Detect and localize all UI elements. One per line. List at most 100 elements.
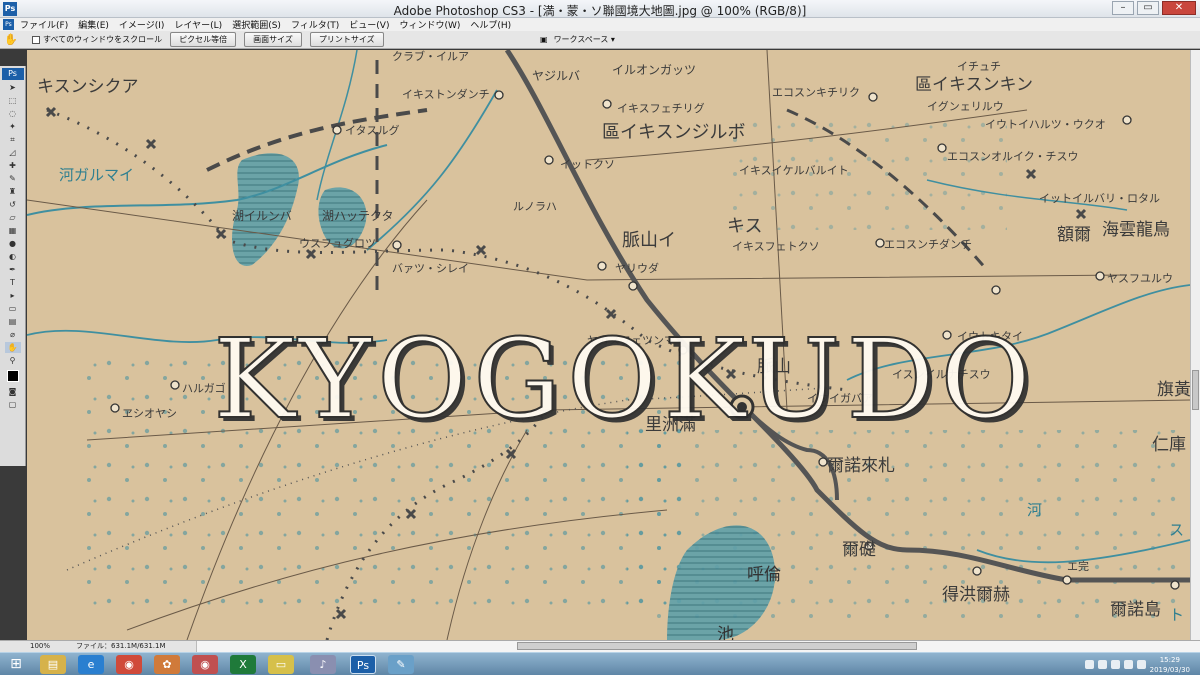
checkbox-box[interactable]: [32, 35, 40, 44]
eraser-tool-icon[interactable]: ▱: [5, 212, 21, 223]
gradient-tool-icon[interactable]: ▦: [5, 225, 21, 236]
hand-tool-icon[interactable]: ✋: [0, 33, 22, 46]
actual-pixels-button[interactable]: ピクセル等倍: [170, 32, 237, 47]
clock[interactable]: 15:29 2019/03/30: [1150, 655, 1190, 675]
system-tray: 15:29 2019/03/30: [1084, 654, 1190, 675]
folder-icon[interactable]: ▭: [268, 655, 294, 674]
map-label: イグンェリルウ: [927, 99, 1004, 113]
tray-icon[interactable]: [1084, 660, 1094, 669]
zoom-tool-icon[interactable]: ⚲: [5, 355, 21, 366]
map-label: イチュチ: [957, 60, 1001, 73]
map-label: クラブ・イルア: [392, 50, 469, 63]
map-label: ト: [1169, 606, 1184, 624]
map-label: 湖ハッテクタ: [322, 208, 394, 223]
eyedropper-tool-icon[interactable]: ⌀: [5, 329, 21, 340]
blur-tool-icon[interactable]: ●: [5, 238, 21, 249]
foreground-color-swatch[interactable]: [6, 370, 19, 382]
volume-icon[interactable]: [1136, 660, 1146, 669]
paint-icon[interactable]: ✎: [388, 655, 414, 674]
tray-icon[interactable]: [1097, 660, 1107, 669]
chrome-icon-2[interactable]: ◉: [192, 655, 218, 674]
shape-tool-icon[interactable]: ▭: [5, 303, 21, 314]
map-label: 池: [717, 625, 734, 640]
ie-icon[interactable]: e: [78, 655, 104, 674]
tool-options-bar: ✋ すべてのウィンドウをスクロール ピクセル等倍 画面サイズ プリントサイズ ▣…: [0, 31, 1200, 49]
path-select-icon[interactable]: ▸: [5, 290, 21, 301]
map-label: 得洪爾赫: [942, 585, 1010, 605]
menu-file[interactable]: ファイル(F): [20, 18, 68, 31]
history-brush-icon[interactable]: ↺: [5, 199, 21, 210]
file-size-info[interactable]: ファイル：631.1M/631.1M: [56, 641, 196, 652]
magic-wand-tool-icon[interactable]: ✦: [5, 121, 21, 132]
menu-image[interactable]: イメージ(I): [119, 18, 165, 31]
menu-edit[interactable]: 編集(E): [78, 18, 109, 31]
map-label: 區イキスンジルボ: [602, 122, 745, 143]
window-titlebar: Ps Adobe Photoshop CS3 - [満・蒙・ソ聯國境大地圖.jp…: [0, 0, 1200, 18]
type-tool-icon[interactable]: T: [5, 277, 21, 288]
dodge-tool-icon[interactable]: ◐: [5, 251, 21, 262]
marquee-tool-icon[interactable]: ⬚: [5, 95, 21, 106]
quick-mask-icon[interactable]: ◙: [5, 386, 21, 397]
map-label: 額爾: [1057, 225, 1091, 245]
map-label: イキスイケルバルイト: [739, 164, 849, 177]
map-label: キスンシクア: [37, 77, 139, 97]
slice-tool-icon[interactable]: ◿: [5, 147, 21, 158]
workspace-area: ▣ ワークスペース ▾: [540, 34, 615, 45]
hand-tool-icon[interactable]: ✋: [4, 342, 21, 353]
move-tool-icon[interactable]: ➤: [5, 82, 21, 93]
map-label: 河: [1027, 501, 1042, 519]
scroll-all-windows-checkbox[interactable]: すべてのウィンドウをスクロール: [32, 34, 162, 45]
photos-icon[interactable]: ✿: [154, 655, 180, 674]
zoom-level[interactable]: 100%: [0, 641, 56, 652]
scroll-all-windows-label: すべてのウィンドウをスクロール: [43, 35, 163, 44]
map-label: イルオンガッツ: [612, 63, 696, 77]
restore-button[interactable]: ▭: [1137, 1, 1159, 15]
close-button[interactable]: ✕: [1162, 1, 1196, 15]
document-canvas[interactable]: ヤジルバ イルオンガッツ クラブ・イルア イキストンダンチ キスンシクア イタス…: [27, 50, 1190, 640]
minimize-button[interactable]: –: [1112, 1, 1134, 15]
menu-window[interactable]: ウィンドウ(W): [399, 18, 460, 31]
bridge-icon[interactable]: ▣: [540, 35, 548, 44]
map-label: イキスフェトクソ: [732, 240, 820, 253]
vertical-scrollbar[interactable]: [1190, 50, 1200, 640]
pen-tool-icon[interactable]: ✒: [5, 264, 21, 275]
watermark-text: KYOGOKUDO: [212, 314, 1037, 444]
excel-icon[interactable]: X: [230, 655, 256, 674]
horizontal-scroll-thumb[interactable]: [517, 642, 917, 650]
map-label: イタスルグ: [345, 123, 400, 137]
map-label: イウトイハルツ・ウクオ: [985, 118, 1106, 131]
screen-mode-icon[interactable]: ▢: [5, 399, 21, 410]
menu-help[interactable]: ヘルプ(H): [470, 18, 511, 31]
map-label: ルノラハ: [513, 200, 557, 213]
notes-tool-icon[interactable]: ▤: [5, 316, 21, 327]
stamp-tool-icon[interactable]: ♜: [5, 186, 21, 197]
map-label: 區イキスンキン: [915, 75, 1033, 95]
menu-view[interactable]: ビュー(V): [349, 18, 389, 31]
print-size-button[interactable]: プリントサイズ: [309, 32, 384, 47]
horizontal-scrollbar[interactable]: [196, 641, 1200, 652]
brush-tool-icon[interactable]: ✎: [5, 173, 21, 184]
menu-select[interactable]: 選択範囲(S): [232, 18, 281, 31]
fit-screen-button[interactable]: 画面サイズ: [244, 32, 302, 47]
workspace-dropdown[interactable]: ワークスペース ▾: [554, 34, 615, 45]
crop-tool-icon[interactable]: ⌗: [5, 134, 21, 145]
ps-toolbox-logo: Ps: [1, 68, 24, 80]
document-icon[interactable]: Ps: [3, 19, 14, 30]
windows-taskbar: ⊞ ▤ e ◉ ✿ ◉ X ▭ ♪ Ps ✎ 15:29 2019/03/30: [0, 652, 1200, 675]
vertical-scroll-thumb[interactable]: [1192, 370, 1199, 410]
map-label: バァツ・シレイ: [392, 262, 469, 275]
map-label: イットクソ: [560, 158, 615, 171]
lasso-tool-icon[interactable]: ◌: [5, 108, 21, 119]
healing-brush-icon[interactable]: ✚: [5, 160, 21, 171]
menu-filter[interactable]: フィルタ(T): [291, 18, 339, 31]
menu-layer[interactable]: レイヤー(L): [174, 18, 222, 31]
tray-icon[interactable]: [1110, 660, 1120, 669]
map-label: エコスンチダンチ: [884, 237, 972, 251]
network-icon[interactable]: [1123, 660, 1133, 669]
chrome-icon[interactable]: ◉: [116, 655, 142, 674]
photoshop-icon[interactable]: Ps: [350, 655, 376, 674]
explorer-icon[interactable]: ▤: [40, 655, 66, 674]
start-button[interactable]: ⊞: [6, 656, 26, 673]
map-label: エ完: [1067, 559, 1089, 573]
itunes-icon[interactable]: ♪: [310, 655, 336, 674]
